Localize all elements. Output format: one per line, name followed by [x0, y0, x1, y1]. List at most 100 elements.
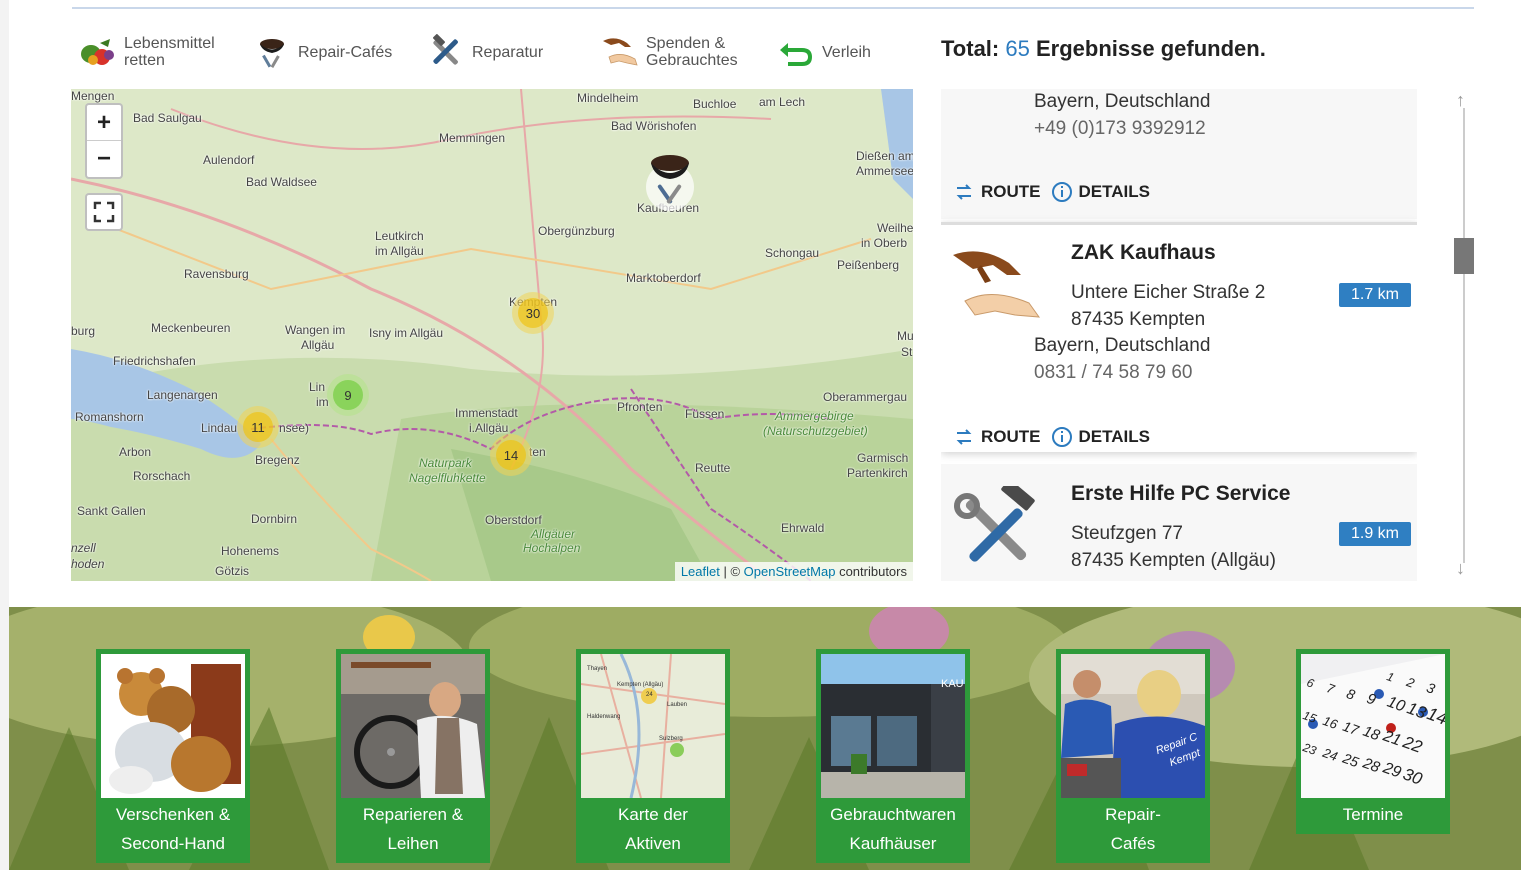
map-place: Bad Saulgau: [133, 111, 202, 125]
result-name[interactable]: Erste Hilfe PC Service: [1071, 482, 1290, 506]
map[interactable]: Mengen Bad Saulgau Aulendorf Bad Waldsee…: [71, 89, 913, 581]
map-cluster[interactable]: 11: [237, 406, 279, 448]
route-button[interactable]: ROUTE: [953, 426, 1041, 448]
map-cluster[interactable]: 14: [490, 434, 532, 476]
tile-caption-line: Karte der: [618, 805, 688, 824]
result-city: 87435 Kempten: [1071, 309, 1206, 330]
osm-link[interactable]: OpenStreetMap: [744, 564, 836, 579]
total-count: 65: [1005, 36, 1030, 61]
result-name[interactable]: ZAK Kaufhaus: [1071, 241, 1216, 265]
map-place: burg: [71, 324, 96, 338]
cluster-count: 14: [496, 440, 526, 470]
tile-caption-line: Termine: [1342, 805, 1404, 824]
map-place: Isny im Allgäu: [369, 326, 444, 340]
coffee-tools-icon: [252, 32, 292, 72]
tile-caption: Gebrauchtwaren Kaufhäuser: [821, 798, 965, 858]
map-place: St: [901, 345, 913, 359]
calendar-number: 15: [1301, 708, 1319, 726]
tile-caption: Termine: [1301, 798, 1445, 829]
zoom-out-button[interactable]: −: [87, 141, 121, 177]
leaflet-link[interactable]: Leaflet: [681, 564, 720, 579]
map-place: Immenstadt: [455, 406, 518, 420]
map-place: Allgäu: [301, 338, 335, 352]
map-place: Bad Waldsee: [246, 175, 317, 189]
calendar-number: 25: [1340, 749, 1361, 771]
tile-verschenken[interactable]: Verschenken & Second-Hand: [96, 649, 250, 863]
details-label: DETAILS: [1078, 427, 1150, 446]
category-reparatur[interactable]: Reparatur: [426, 30, 543, 74]
map-place: Dießen am: [856, 149, 913, 163]
map-thumb-label: Thayen: [587, 666, 608, 672]
map-place: hoden: [71, 557, 105, 571]
category-repair-cafes[interactable]: Repair-Cafés: [252, 30, 392, 74]
total-suffix: Ergebnisse gefunden.: [1035, 36, 1266, 61]
map-cluster[interactable]: 9: [327, 374, 369, 416]
tile-repair-cafes[interactable]: Repair C Kempt Repair- Cafés: [1056, 649, 1210, 863]
map-thumb-label: Sulzberg: [659, 736, 683, 742]
map-place: Obergünzburg: [538, 224, 615, 238]
map-park-label: Allgäuer: [531, 527, 576, 541]
tile-karte[interactable]: Thayen Kempten (Allgäu) Lauben Haldenwan…: [576, 649, 730, 863]
fullscreen-button[interactable]: [85, 193, 123, 231]
feature-banner: Verschenken & Second-Hand Reparieren & L…: [9, 607, 1521, 870]
map-place: Ehrwald: [781, 521, 825, 535]
map-place: Marktoberdorf: [626, 271, 701, 285]
route-button[interactable]: ROUTE: [953, 181, 1041, 203]
distance-badge: 1.9 km: [1339, 522, 1411, 546]
map-place: am Lech: [759, 95, 806, 109]
map-place: Pfronten: [617, 400, 663, 414]
map-place: Oberstdorf: [485, 513, 542, 527]
details-button[interactable]: DETAILS: [1051, 181, 1150, 203]
category-verleih[interactable]: Verleih: [776, 30, 871, 74]
route-label: ROUTE: [981, 427, 1041, 446]
zoom-in-button[interactable]: +: [87, 105, 121, 141]
category-label: Repair-Cafés: [298, 43, 393, 61]
result-card: Bayern, Deutschland +49 (0)173 9392912 R…: [941, 89, 1417, 219]
result-card: Erste Hilfe PC Service Steufzgen 77 8743…: [941, 464, 1417, 581]
calendar-number: 2: [1404, 674, 1417, 691]
map-place: Aulendorf: [203, 153, 255, 167]
map-place: Arbon: [119, 445, 152, 459]
results-list[interactable]: Bayern, Deutschland +49 (0)173 9392912 R…: [941, 89, 1417, 581]
attribution-tail: contributors: [835, 564, 907, 579]
scrollbar-thumb[interactable]: [1454, 238, 1474, 274]
calendar-number: 6: [1304, 675, 1316, 691]
hands-icon: [600, 32, 640, 72]
map-park-label: Naturpark: [419, 456, 472, 470]
map-cluster[interactable]: 30: [512, 292, 554, 334]
scrollbar-track[interactable]: [1463, 108, 1465, 563]
tile-caption: Reparieren & Leihen: [341, 798, 485, 858]
map-place: Sankt Gallen: [77, 504, 146, 518]
map-marker-repair-cafe[interactable]: [641, 149, 699, 213]
result-actions: ROUTE DETAILS: [953, 426, 1150, 448]
distance-badge: 1.7 km: [1339, 283, 1411, 307]
calendar-numbers: 1 2 3 6 7 8 9 10 13 14 15 16 17 18 21 22 23 24 25 28 29 30: [1301, 654, 1445, 798]
category-spenden[interactable]: Spenden & Gebrauchtes: [600, 30, 738, 74]
total-prefix: Total:: [941, 36, 1000, 61]
scroll-down-arrow-icon[interactable]: ↓: [1456, 558, 1465, 579]
calendar-number: 29: [1380, 759, 1404, 782]
vegetables-icon: [78, 32, 118, 72]
tile-caption-line: Kaufhäuser: [849, 834, 937, 853]
category-label: Reparatur: [472, 43, 544, 61]
tile-reparieren[interactable]: Reparieren & Leihen: [336, 649, 490, 863]
map-place: Lin: [309, 380, 326, 394]
return-arrow-icon: [776, 32, 816, 72]
map-place: Romanshorn: [75, 410, 144, 424]
details-button[interactable]: DETAILS: [1051, 426, 1150, 448]
map-place: i.Allgäu: [469, 421, 509, 435]
tile-caption-line: Gebrauchtwaren: [830, 805, 956, 824]
result-phone: +49 (0)173 9392912: [1034, 118, 1206, 139]
fullscreen-icon: [93, 201, 115, 223]
info-icon: [1051, 182, 1072, 202]
map-place: Weilheim: [877, 221, 913, 235]
tile-termine[interactable]: 1 2 3 6 7 8 9 10 13 14 15 16 17 18 21 22 23 24 25 28 29 30 Te…: [1296, 649, 1450, 834]
calendar-number: 18: [1360, 722, 1383, 745]
map-place: Ravensburg: [184, 267, 249, 281]
tile-gebrauchtwaren[interactable]: KAU Gebrauchtwaren Kaufhäuser: [816, 649, 970, 863]
tile-caption-line: Verschenken &: [115, 805, 231, 824]
category-lebensmittel[interactable]: Lebensmittel retten: [78, 30, 215, 74]
map-zoom-control: + −: [85, 103, 123, 179]
tile-caption: Karte der Aktiven: [581, 798, 725, 858]
tile-caption: Verschenken & Second-Hand: [101, 798, 245, 858]
